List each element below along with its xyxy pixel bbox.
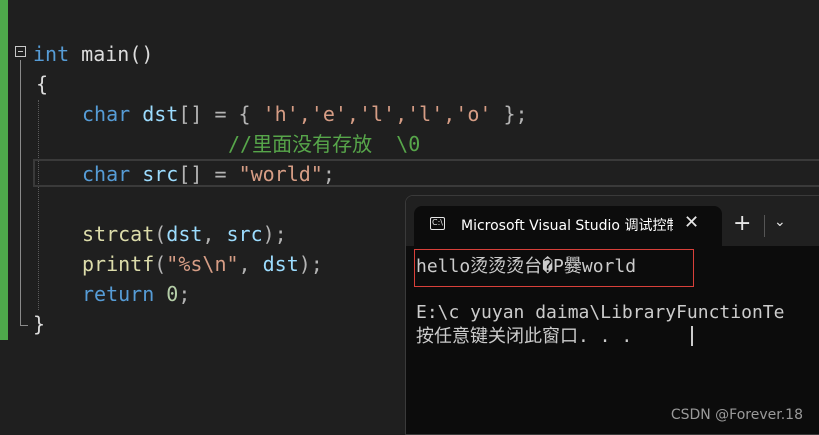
close-brace: } — [33, 312, 46, 336]
fold-guide-end — [20, 325, 28, 326]
punctuation: ; — [178, 282, 191, 306]
char-literals: 'h','e','l','l','o' — [262, 102, 492, 126]
identifier: dst — [130, 102, 179, 126]
function-name: strcat — [82, 222, 155, 246]
punctuation: [] = { — [178, 102, 263, 126]
punctuation: ( — [154, 222, 167, 246]
punctuation: , — [238, 252, 263, 276]
change-indicator-bar — [0, 0, 8, 340]
punctuation: , — [202, 222, 227, 246]
identifier: src — [226, 222, 263, 246]
punctuation: ( — [154, 252, 167, 276]
code-line-5: char src[] = "world"; — [82, 160, 335, 188]
identifier: src — [130, 162, 179, 186]
keyword: return — [82, 282, 155, 306]
tab-separator — [764, 215, 765, 237]
debug-console-window[interactable]: C:\ Microsoft Visual Studio 调试控制台 ✕ + ⌄ … — [405, 195, 819, 435]
keyword: char — [82, 102, 131, 126]
number-literal: 0 — [154, 282, 179, 306]
tab-title: Microsoft Visual Studio 调试控制台 — [461, 218, 673, 234]
code-line-4: //里面没有存放 \0 — [228, 130, 420, 158]
code-line-3: char dst[] = { 'h','e','l','l','o' }; — [82, 100, 528, 128]
close-tab-button[interactable]: ✕ — [684, 212, 699, 233]
identifier: dst — [262, 252, 299, 276]
code-line-8: return 0; — [82, 280, 190, 308]
punctuation: }; — [491, 102, 528, 126]
code-line-2: { — [36, 70, 48, 98]
identifier: dst — [166, 222, 203, 246]
punctuation: [] = — [178, 162, 239, 186]
comment: //里面没有存放 \0 — [228, 132, 421, 156]
watermark: CSDN @Forever.18 — [670, 407, 803, 423]
terminal-icon: C:\ — [430, 217, 445, 230]
output-line-2: E:\c yuyan daima\LibraryFunctionTe — [416, 302, 785, 323]
output-line-1: hello烫烫烫台�P爨world — [416, 256, 637, 277]
new-tab-button[interactable]: + — [733, 213, 751, 235]
string-literal: "%s\n" — [166, 252, 239, 276]
terminal-tab[interactable]: C:\ Microsoft Visual Studio 调试控制台 ✕ — [414, 206, 722, 246]
punctuation: ); — [298, 252, 323, 276]
indent-guide — [38, 100, 39, 310]
code-text: main() — [69, 42, 154, 66]
punctuation: ; — [322, 162, 335, 186]
open-brace: { — [36, 72, 49, 96]
code-line-7: printf("%s\n", dst); — [82, 250, 323, 278]
terminal-title-bar[interactable]: C:\ Microsoft Visual Studio 调试控制台 ✕ + ⌄ — [406, 196, 819, 246]
code-line-1: int main() — [33, 40, 153, 68]
punctuation: ); — [262, 222, 287, 246]
chevron-down-icon[interactable]: ⌄ — [774, 214, 786, 230]
output-line-3: 按任意键关闭此窗口. . . — [416, 326, 633, 347]
string-literal: "world" — [238, 162, 323, 186]
fold-guide — [20, 60, 21, 325]
code-line-6: strcat(dst, src); — [82, 220, 287, 248]
text-cursor — [691, 326, 693, 346]
code-line-9: } — [33, 310, 45, 338]
keyword: char — [82, 162, 131, 186]
collapse-toggle-icon[interactable] — [15, 46, 26, 57]
keyword: int — [33, 42, 70, 66]
function-name: printf — [82, 252, 155, 276]
